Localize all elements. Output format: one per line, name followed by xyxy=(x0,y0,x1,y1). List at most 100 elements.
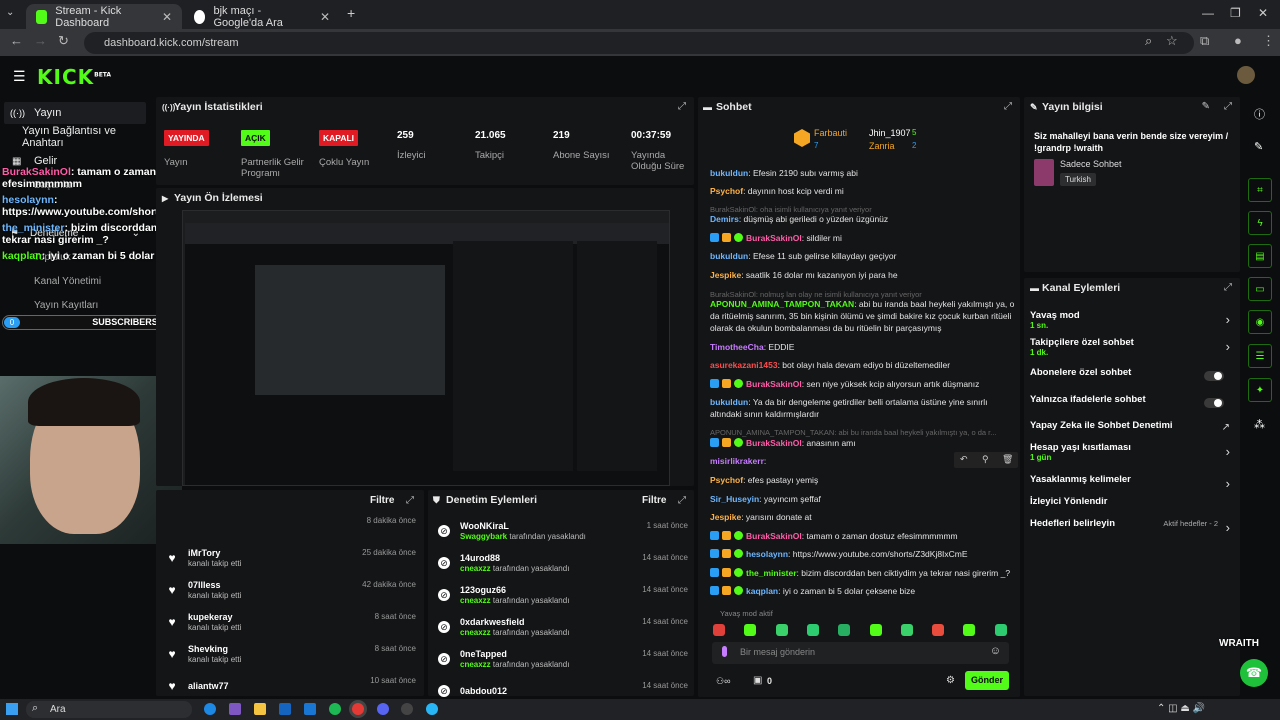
chat-username[interactable]: Sir_Huseyin xyxy=(710,494,759,504)
chat-input[interactable]: Bir mesaj gönderin ☺ xyxy=(712,642,1009,664)
emote-icon[interactable] xyxy=(775,624,788,636)
channel-action-row[interactable]: Yasaklanmış kelimeler › xyxy=(1030,474,1230,496)
close-icon[interactable]: ✕ xyxy=(162,10,172,24)
reload-icon[interactable]: ↻ xyxy=(58,33,69,49)
outlook-icon[interactable] xyxy=(279,703,291,715)
channel-action-row[interactable]: Abonelere özel sohbet xyxy=(1030,367,1230,389)
chat-username[interactable]: BurakSakinOl xyxy=(746,531,802,541)
chat-username[interactable]: Demirs xyxy=(710,214,739,224)
extensions-icon[interactable]: ⧉ xyxy=(1200,33,1209,49)
chat-settings-icon[interactable]: ⚙ xyxy=(946,675,955,686)
channel-action-row[interactable]: İzleyici Yönlendir xyxy=(1030,496,1230,518)
tab-search-icon[interactable]: ⌄ xyxy=(6,7,14,18)
expand-icon[interactable]: ⤢ xyxy=(406,495,414,506)
chat-username[interactable]: Jespike xyxy=(710,270,741,280)
rail-notes-icon[interactable]: ▤ xyxy=(1248,244,1272,268)
restore-icon[interactable]: ❐ xyxy=(1230,6,1241,20)
toggle-switch[interactable] xyxy=(1204,398,1224,408)
chat-username[interactable]: TimotheeCha xyxy=(710,342,764,352)
sidebar-item-stream-key[interactable]: Yayın Bağlantısı ve Anahtarı xyxy=(4,125,146,149)
user-avatar[interactable] xyxy=(1237,66,1255,84)
chat-message[interactable]: Psychof: efes pastayı yemiş xyxy=(710,474,1015,486)
chat-message[interactable]: bukuldun: Efesin 2190 subı varmış abi xyxy=(710,167,1015,179)
stream-preview-video[interactable] xyxy=(182,210,670,486)
chat-message[interactable]: Psychof: dayının host kcip verdi mi xyxy=(710,185,1015,197)
send-button[interactable]: Gönder xyxy=(965,671,1009,690)
close-window-icon[interactable]: ✕ xyxy=(1258,6,1268,20)
delete-icon[interactable]: 🗑 xyxy=(1002,454,1013,465)
chrome-icon[interactable] xyxy=(352,703,364,715)
explorer-icon[interactable] xyxy=(254,703,266,715)
edit-pencil-icon[interactable]: ✎ xyxy=(1202,101,1210,112)
taskbar-search[interactable]: ⌕ Ara xyxy=(26,701,192,718)
chat-username[interactable]: hesolaynn xyxy=(746,549,788,559)
chat-username[interactable]: bukuldun xyxy=(710,168,748,178)
rail-list-icon[interactable]: ☰ xyxy=(1248,344,1272,368)
copilot-icon[interactable] xyxy=(229,703,241,715)
chat-message[interactable]: hesolaynn: https://www.youtube.com/short… xyxy=(710,548,1015,560)
expand-icon[interactable]: ⤢ xyxy=(1224,101,1232,112)
sidebar-item-vods[interactable]: Yayın Kayıtları xyxy=(4,294,146,316)
add-widget-icon[interactable]: ⁂ xyxy=(1254,418,1265,431)
chat-username[interactable]: Psychof xyxy=(710,475,743,485)
discord-icon[interactable] xyxy=(377,703,389,715)
chat-message[interactable]: BurakSakinOl: anasının amı xyxy=(710,437,1015,449)
chat-message[interactable]: BurakSakinOl: sen niye yüksek kcip alıyo… xyxy=(710,378,1015,390)
minimize-icon[interactable]: — xyxy=(1202,6,1214,20)
chat-username[interactable]: bukuldun xyxy=(710,251,748,261)
url-field[interactable]: dashboard.kick.com/stream xyxy=(84,32,1194,54)
bookmark-star-icon[interactable]: ☆ xyxy=(1166,33,1178,49)
popout-icon[interactable]: ⤢ xyxy=(1004,101,1012,112)
channel-action-row[interactable]: Yapay Zeka ile Sohbet Denetimi ↗ xyxy=(1030,420,1230,442)
emote-icon[interactable] xyxy=(932,624,945,636)
kick-logo[interactable]: KICKBETA xyxy=(37,65,111,89)
chat-username[interactable]: Psychof xyxy=(710,186,743,196)
reply-icon[interactable]: ↶ xyxy=(960,454,968,465)
chat-username[interactable]: BurakSakinOl xyxy=(746,233,802,243)
chat-message[interactable]: asurekazani1453: bot olayı hala devam ed… xyxy=(710,359,1015,371)
expand-icon[interactable]: ⤢ xyxy=(678,495,686,506)
emoji-icon[interactable]: ☺ xyxy=(990,645,1001,657)
sidebar-item-stream[interactable]: ((·)) Yayın xyxy=(4,102,146,124)
chat-message[interactable]: BurakSakinOl: tamam o zaman dostuz efesi… xyxy=(710,530,1015,542)
chat-message[interactable]: the_minister: bizim discorddan ben cikti… xyxy=(710,567,1015,579)
chat-message[interactable]: bukuldun: Efese 11 sub gelirse killayday… xyxy=(710,250,1015,262)
chat-message[interactable]: kaqplan: iyi o zaman bi 5 dolar çeksene … xyxy=(710,585,1015,597)
store-icon[interactable] xyxy=(304,703,316,715)
profile-icon[interactable]: ● xyxy=(1234,33,1242,48)
chat-message[interactable]: Demirs: düşmüş abi geriledi o yüzden üzg… xyxy=(710,213,1015,225)
chat-username[interactable]: the_minister xyxy=(746,568,797,578)
gift-icon[interactable]: ▣ xyxy=(753,675,762,686)
chat-message[interactable]: APONUN_AMINA_TAMPON_TAKAN: abi bu iranda… xyxy=(710,298,1015,334)
tab-google-search[interactable]: bjk maçı - Google'da Ara ✕ xyxy=(184,4,340,29)
new-tab-icon[interactable]: + xyxy=(347,5,355,21)
rail-chat-icon[interactable]: ▭ xyxy=(1248,277,1272,301)
forward-icon[interactable]: → xyxy=(34,33,47,48)
channel-action-row[interactable]: Hedefleri belirleyin Aktif hedefler - 2 › xyxy=(1030,518,1230,540)
emote-icon[interactable] xyxy=(869,624,882,636)
spotify-icon[interactable] xyxy=(329,703,341,715)
channel-action-row[interactable]: Takipçilere özel sohbet 1 dk. › xyxy=(1030,337,1230,359)
rail-lightning-icon[interactable]: ϟ xyxy=(1248,211,1272,235)
emote-icon[interactable] xyxy=(806,624,819,636)
activity-filter-button[interactable]: Filtre xyxy=(370,495,394,506)
tab-kick-dashboard[interactable]: Stream - Kick Dashboard ✕ xyxy=(26,4,182,29)
channel-action-row[interactable]: Hesap yaşı kısıtlaması 1 gün › xyxy=(1030,442,1230,464)
emote-icon[interactable] xyxy=(994,624,1007,636)
floating-chat-button[interactable]: ☎ xyxy=(1240,659,1268,687)
telegram-icon[interactable] xyxy=(426,703,438,715)
edge-icon[interactable] xyxy=(204,703,216,715)
sidebar-item-channel[interactable]: Kanal Yönetimi xyxy=(4,270,146,292)
moderation-filter-button[interactable]: Filtre xyxy=(642,495,666,506)
emote-icon[interactable] xyxy=(900,624,913,636)
edit-icon[interactable]: ✎ xyxy=(1254,140,1263,153)
hamburger-menu-icon[interactable]: ☰ xyxy=(13,68,26,85)
chat-message[interactable]: Jespike: yarısını donate at xyxy=(710,511,1015,523)
info-icon[interactable]: ⓘ xyxy=(1254,106,1265,122)
chat-message[interactable]: TimotheeCha: EDDIE xyxy=(710,341,1015,353)
chat-message[interactable]: BurakSakinOl: sildiler mi xyxy=(710,232,1015,244)
channel-action-row[interactable]: Yalnızca ifadelerle sohbet xyxy=(1030,394,1230,416)
chat-username[interactable]: asurekazani1453 xyxy=(710,360,778,370)
windows-start-icon[interactable] xyxy=(6,703,18,715)
toggle-switch[interactable] xyxy=(1204,371,1224,381)
